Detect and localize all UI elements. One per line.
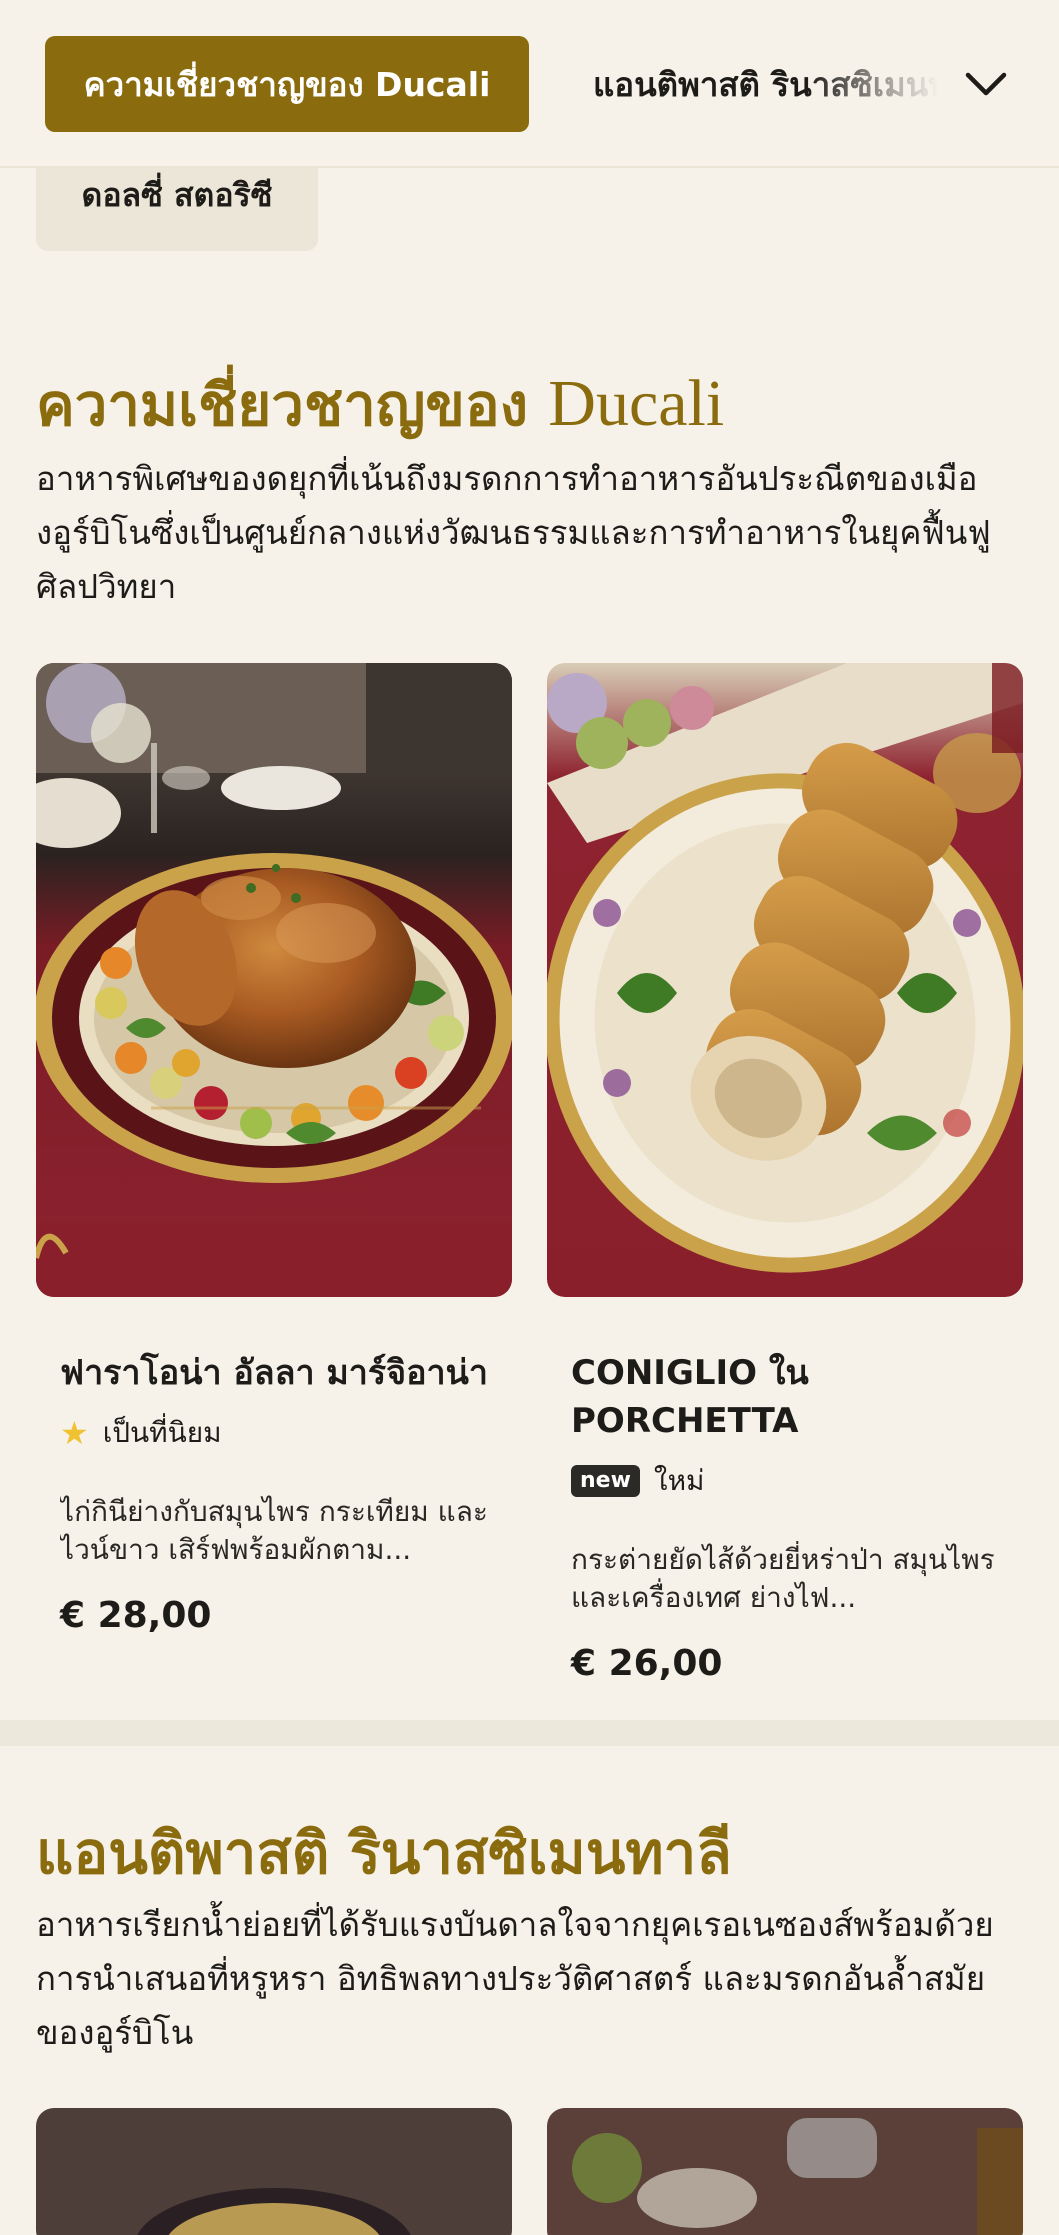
menu-item-price: € 28,00: [60, 1595, 212, 1636]
menu-page: ดอลซี่ สตอริซี ความเชี่ยวชาญของ Ducali แ…: [0, 0, 1059, 2235]
menu-item-card[interactable]: [547, 2108, 1023, 2235]
menu-item-price: € 26,00: [571, 1643, 723, 1684]
tag-label: ใหม่: [653, 1464, 705, 1497]
expand-categories-button[interactable]: [954, 52, 1018, 116]
section-divider: [0, 1720, 1059, 1746]
section-title-thai: ความเชี่ยวชาญของ: [36, 371, 529, 439]
category-bar: ความเชี่ยวชาญของ Ducali แอนติพาสติ รินาส…: [0, 0, 1059, 168]
dish-photo-rabbit-porchetta: [547, 663, 1023, 1297]
menu-item-description: ไก่กินีย่างกับสมุนไพร กระเทียม และไวน์ขา…: [60, 1495, 488, 1566]
popular-tag: ★ เป็นที่นิยม: [60, 1411, 488, 1455]
new-badge: new: [571, 1465, 640, 1497]
menu-item-card[interactable]: [36, 2108, 512, 2235]
menu-item-card[interactable]: CONIGLIO ใน PORCHETTA new ใหม่ กระต่ายยั…: [547, 663, 1023, 1684]
tag-label: เป็นที่นิยม: [102, 1416, 222, 1449]
menu-item-name: CONIGLIO ใน PORCHETTA: [571, 1353, 809, 1441]
star-icon: ★: [60, 1414, 89, 1452]
section-title-antipasti: แอนติพาสติ รินาสซิเมนทาลี: [36, 1819, 732, 1887]
category-chip-active[interactable]: ความเชี่ยวชาญของ Ducali: [45, 36, 529, 132]
chevron-down-icon: [965, 72, 1007, 96]
menu-item-card[interactable]: ฟาราโอน่า อัลลา มาร์จิอาน่า ★ เป็นที่นิย…: [36, 663, 512, 1636]
dish-photo: [36, 2108, 512, 2235]
section-title-specialties: ความเชี่ยวชาญของ Ducali: [36, 358, 724, 451]
menu-item-description: กระต่ายยัดไส้ด้วยยี่หร่าป่า สมุนไพร และเ…: [571, 1543, 995, 1614]
new-tag: new ใหม่: [571, 1459, 999, 1503]
section-title-latin: Ducali: [548, 367, 725, 440]
dish-photo: [547, 2108, 1023, 2235]
dish-photo-roast-guinea-fowl: [36, 663, 512, 1297]
section-description: อาหารพิเศษของดยุกที่เน้นถึงมรดกการทำอาหา…: [36, 459, 991, 606]
category-chip-next[interactable]: แอนติพาสติ รินาสซิเมนทาลี: [593, 36, 938, 132]
section-description: อาหารเรียกน้ำย่อยที่ได้รับแรงบันดาลใจจาก…: [36, 1905, 994, 2052]
menu-item-name: ฟาราโอน่า อัลลา มาร์จิอาน่า: [60, 1353, 488, 1393]
